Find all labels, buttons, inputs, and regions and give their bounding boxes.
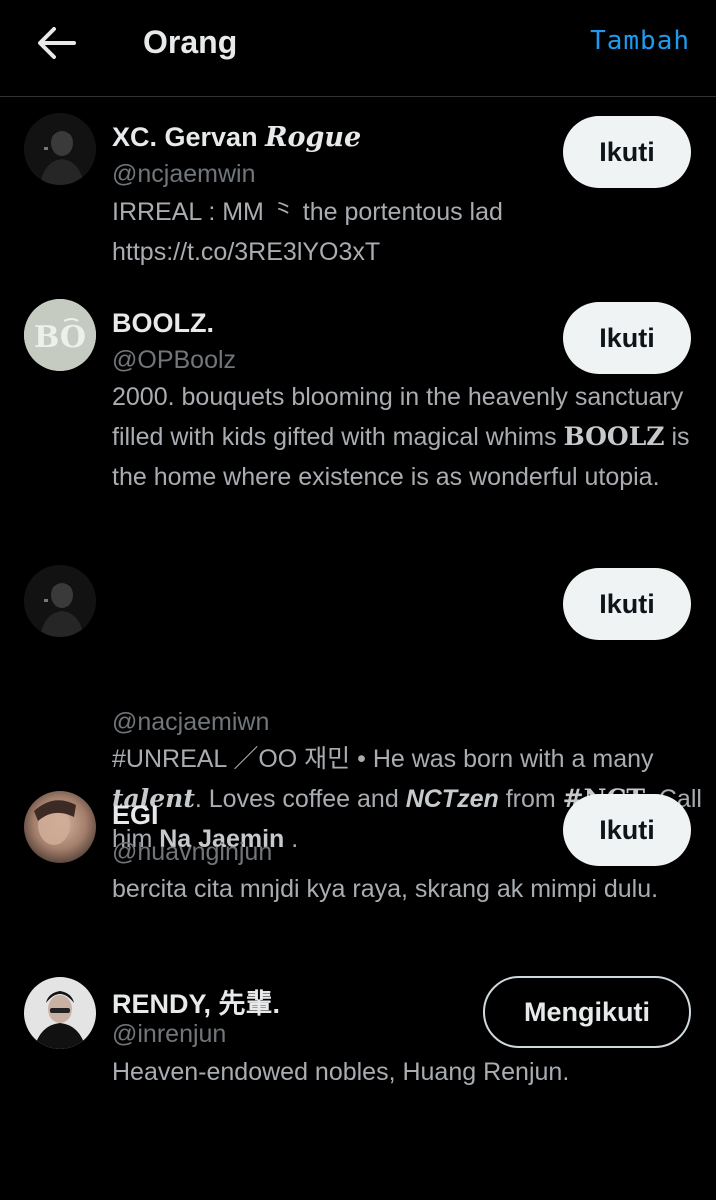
user-name: EGI: [112, 800, 159, 830]
add-link[interactable]: Tambah: [590, 26, 690, 56]
avatar-image: [24, 791, 96, 863]
user-handle: @ncjaemwin: [112, 160, 256, 188]
follow-button[interactable]: Ikuti: [563, 568, 691, 640]
user-handle: @nacjaemiwn: [112, 708, 270, 736]
user-bio: IRREAL : MM ⺀ the portentous lad https:/…: [112, 192, 702, 272]
svg-text:BO: BO: [34, 320, 86, 355]
user-name: BOOLZ.: [112, 308, 214, 338]
avatar[interactable]: [24, 791, 96, 863]
following-button[interactable]: Mengikuti: [483, 976, 691, 1048]
follow-button[interactable]: Ikuti: [563, 116, 691, 188]
user-handle: @inrenjun: [112, 1020, 227, 1048]
arrow-left-icon[interactable]: [36, 26, 76, 60]
user-name: RENDY, 先輩.: [112, 989, 281, 1019]
user-bio: bercita cita mnjdi kya raya, skrang ak m…: [112, 875, 659, 903]
avatar[interactable]: BO: [24, 299, 96, 371]
avatar[interactable]: [24, 977, 96, 1049]
avatar[interactable]: [24, 565, 96, 637]
name-decoration: Rogue: [265, 122, 362, 153]
page-title: Orang: [143, 24, 238, 60]
top-bar: Orang Tambah: [0, 0, 716, 97]
bio-link[interactable]: https://t.co/3RE3lYO3xT: [112, 232, 702, 272]
avatar-image: [24, 977, 96, 1049]
avatar-image: [24, 565, 96, 637]
follow-button[interactable]: Ikuti: [563, 302, 691, 374]
user-name: XC. Gervan Rogue: [112, 122, 362, 153]
user-handle: @huavnginjun: [112, 838, 273, 866]
user-bio: Heaven-endowed nobles, Huang Renjun.: [112, 1058, 570, 1086]
user-bio: 2000. bouquets blooming in the heavenly …: [112, 383, 690, 491]
follow-button[interactable]: Ikuti: [563, 794, 691, 866]
user-handle: @OPBoolz: [112, 346, 237, 374]
avatar[interactable]: [24, 113, 96, 185]
avatar-image: [24, 113, 96, 185]
avatar-image: BO: [24, 299, 96, 371]
